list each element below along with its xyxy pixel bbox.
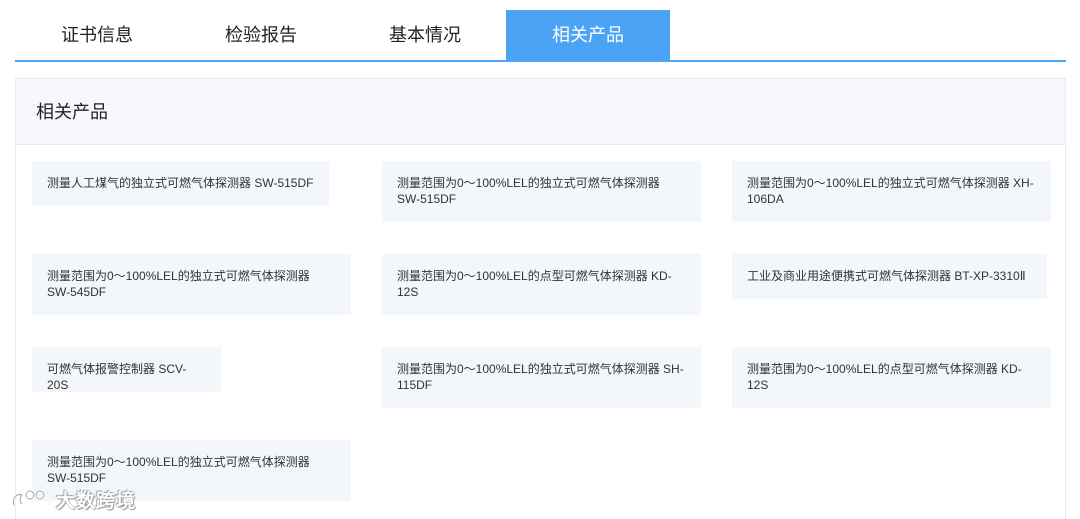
panel-title: 相关产品 (16, 79, 1065, 145)
product-item[interactable]: 测量范围为0～100%LEL的独立式可燃气体探测器 SW-515DF (382, 161, 701, 222)
product-item[interactable]: 测量范围为0～100%LEL的独立式可燃气体探测器 SH-115DF (382, 347, 701, 408)
product-item[interactable]: 可燃气体报警控制器 SCV-20S (32, 347, 221, 392)
watermark: 大数跨境 (10, 484, 136, 514)
product-item[interactable]: 测量范围为0～100%LEL的独立式可燃气体探测器 XH-106DA (732, 161, 1051, 222)
tab-bar: 证书信息 检验报告 基本情况 相关产品 (15, 10, 1066, 62)
product-item[interactable]: 测量范围为0～100%LEL的点型可燃气体探测器 KD-12S (732, 347, 1051, 408)
related-products-panel: 相关产品 测量人工煤气的独立式可燃气体探测器 SW-515DF 测量范围为0～1… (15, 78, 1066, 519)
tab-related-products[interactable]: 相关产品 (506, 10, 670, 60)
tab-inspection-report[interactable]: 检验报告 (179, 10, 343, 60)
watermark-text: 大数跨境 (56, 490, 137, 512)
watermark-logo-icon (12, 489, 46, 507)
product-item[interactable]: 测量范围为0～100%LEL的点型可燃气体探测器 KD-12S (382, 254, 701, 315)
page: 证书信息 检验报告 基本情况 相关产品 相关产品 测量人工煤气的独立式可燃气体探… (0, 0, 1080, 519)
tab-certificate-info[interactable]: 证书信息 (15, 10, 179, 60)
product-item[interactable]: 工业及商业用途便携式可燃气体探测器 BT-XP-3310Ⅱ (732, 254, 1047, 299)
tab-basic-info[interactable]: 基本情况 (343, 10, 507, 60)
product-item[interactable]: 测量人工煤气的独立式可燃气体探测器 SW-515DF (32, 161, 329, 206)
product-item[interactable]: 测量范围为0～100%LEL的独立式可燃气体探测器 SW-545DF (32, 254, 351, 315)
